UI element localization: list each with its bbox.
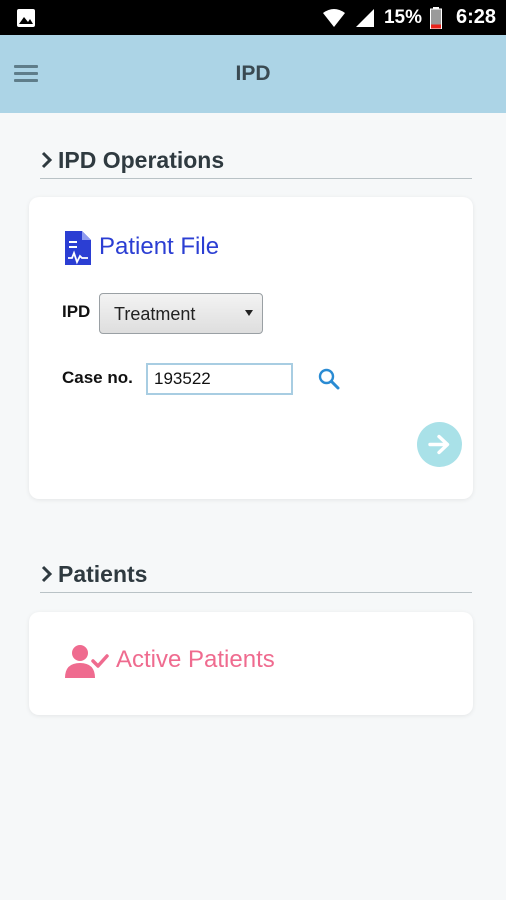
case-no-label: Case no. <box>62 368 133 387</box>
dropdown-arrow-icon <box>245 310 253 316</box>
status-bar: 15% 6:28 <box>0 0 506 35</box>
go-button[interactable] <box>417 422 462 467</box>
arrow-right-icon <box>428 434 450 455</box>
search-icon[interactable] <box>317 367 341 391</box>
image-icon <box>17 9 35 27</box>
signal-icon <box>355 8 374 27</box>
battery-icon <box>429 6 442 29</box>
chevron-right-icon <box>41 151 53 169</box>
app-bar: IPD <box>0 35 506 113</box>
patient-file-title[interactable]: Patient File <box>99 233 219 261</box>
chevron-right-icon <box>41 565 53 583</box>
ipd-operations-header: IPD Operations <box>40 145 472 179</box>
patient-file-icon <box>65 231 91 265</box>
user-check-icon <box>65 645 109 678</box>
section-title: Patients <box>58 561 148 587</box>
ipd-label: IPD <box>62 302 91 321</box>
section-title: IPD Operations <box>58 147 225 173</box>
battery-percent: 15% <box>383 6 422 28</box>
active-patients-card[interactable]: Active Patients <box>29 612 473 715</box>
wifi-icon <box>322 8 345 27</box>
patients-header: Patients <box>40 559 472 593</box>
clock: 6:28 <box>455 6 496 28</box>
active-patients-link[interactable]: Active Patients <box>116 646 275 674</box>
patient-file-card: Patient File IPD Treatment Case no. <box>29 197 473 499</box>
case-no-input[interactable] <box>146 363 293 395</box>
ipd-type-select[interactable]: Treatment <box>99 293 263 334</box>
ipd-type-value: Treatment <box>114 304 196 324</box>
page-title: IPD <box>235 62 271 85</box>
